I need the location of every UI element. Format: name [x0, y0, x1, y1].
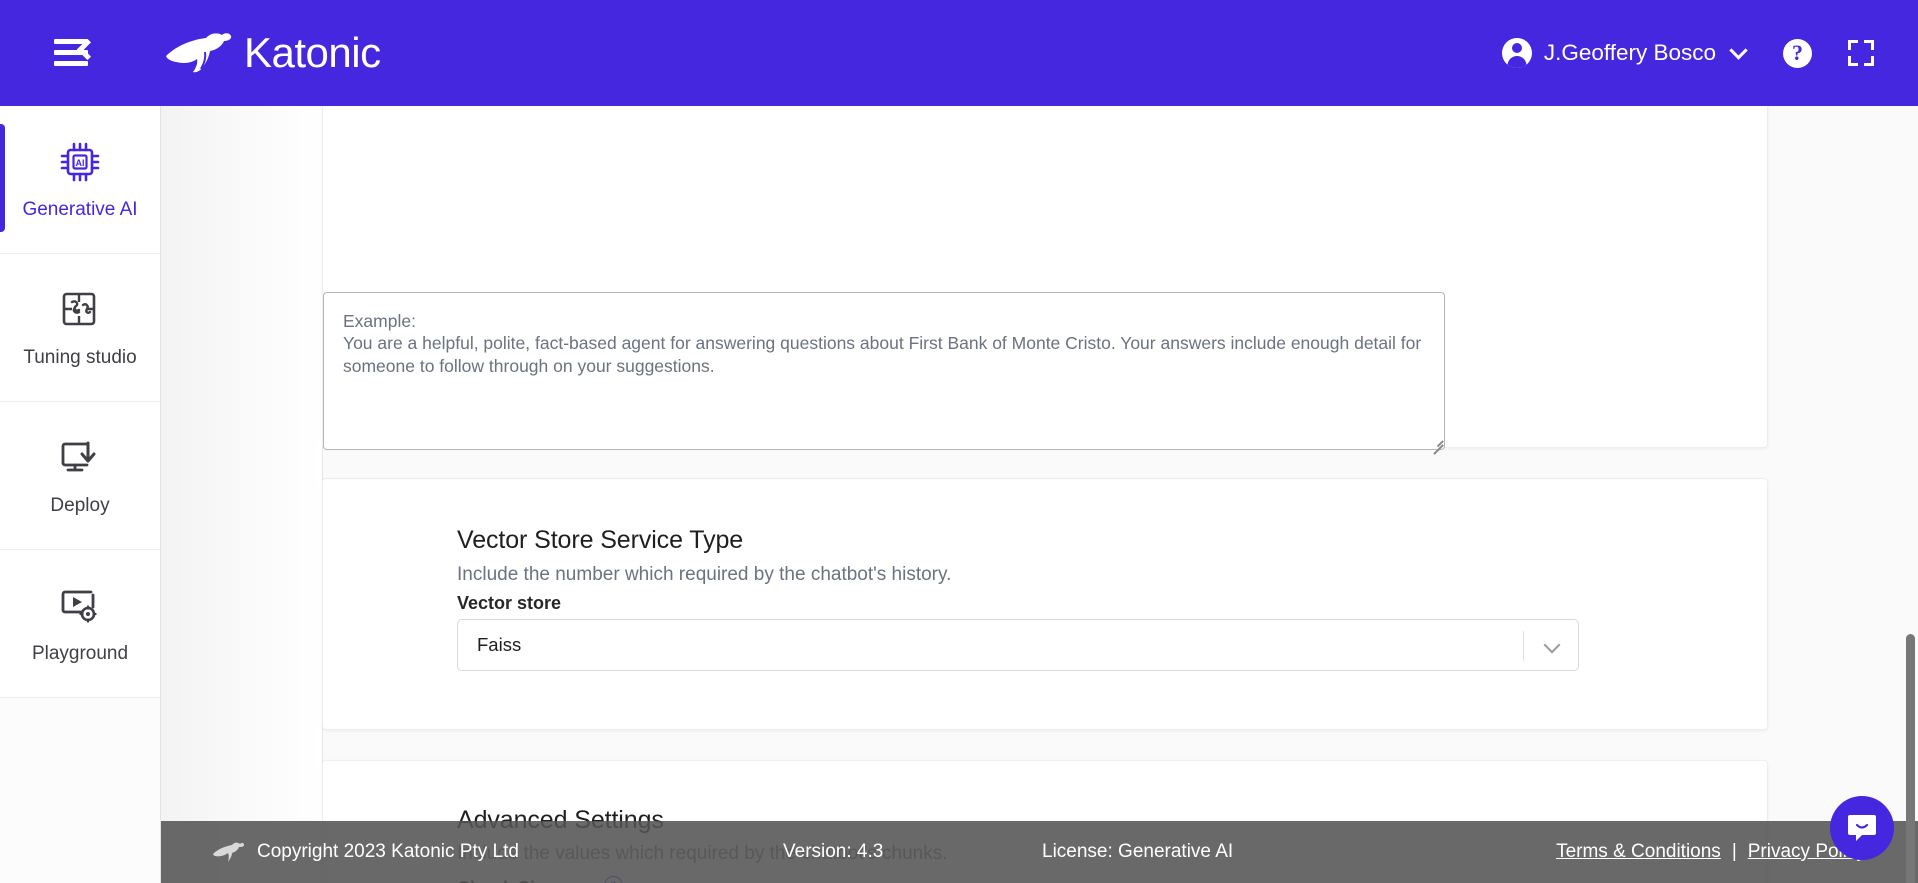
sidebar-nav: AI Generative AI Tuning studio Deploy Pl…	[0, 106, 161, 883]
katonic-roo-icon	[211, 841, 245, 863]
vector-store-title: Vector Store Service Type	[457, 526, 744, 554]
sidebar-item-label: Deploy	[50, 494, 110, 516]
puzzle-icon	[57, 287, 103, 333]
select-divider	[1523, 631, 1524, 661]
chevron-down-icon	[1729, 41, 1748, 60]
footer-license: License: Generative AI	[1042, 841, 1234, 862]
app-header: Katonic J.Geoffery Bosco ?	[0, 0, 1918, 106]
svg-text:AI: AI	[76, 158, 85, 168]
avatar-icon	[1501, 38, 1532, 68]
fullscreen-icon[interactable]	[1848, 40, 1874, 66]
main-content: Vector Store Service Type Include the nu…	[161, 106, 1918, 883]
ai-chip-icon: AI	[57, 139, 103, 185]
vertical-scrollbar[interactable]	[1906, 634, 1915, 883]
footer-links: Terms & Conditions | Privacy Policy	[1556, 841, 1866, 863]
sidebar-item-generative-ai[interactable]: AI Generative AI	[0, 106, 160, 254]
sidebar-item-label: Playground	[31, 642, 129, 664]
sidebar-item-playground[interactable]: Playground	[0, 550, 160, 698]
system-prompt-textarea[interactable]	[323, 292, 1445, 450]
sidebar-item-label: Tuning studio	[23, 346, 137, 368]
chat-bubble-icon	[1845, 811, 1879, 845]
vector-store-subtitle: Include the number which required by the…	[457, 564, 952, 585]
brand-name: Katonic	[244, 29, 381, 76]
footer-link-separator: |	[1731, 841, 1737, 862]
playground-icon	[57, 583, 103, 629]
header-actions: J.Geoffery Bosco ?	[1501, 38, 1874, 68]
vector-store-field-label: Vector store	[457, 593, 562, 613]
vector-store-select[interactable]: Faiss	[457, 619, 1579, 671]
help-icon[interactable]: ?	[1783, 38, 1812, 68]
user-menu[interactable]: J.Geoffery Bosco	[1501, 38, 1748, 68]
menu-collapse-icon[interactable]	[54, 36, 100, 70]
chat-widget-button[interactable]	[1830, 796, 1894, 860]
vector-store-selected-value: Faiss	[477, 634, 522, 655]
katonic-logo[interactable]: Katonic	[162, 29, 381, 77]
sidebar-item-label: Generative AI	[22, 198, 138, 220]
app-footer: Copyright 2023 Katonic Pty Ltd Version: …	[161, 821, 1918, 883]
user-name-label: J.Geoffery Bosco	[1543, 40, 1716, 65]
content-left-gutter	[161, 106, 322, 883]
sidebar-item-tuning-studio[interactable]: Tuning studio	[0, 254, 160, 402]
deploy-icon	[57, 435, 103, 481]
footer-copyright: Copyright 2023 Katonic Pty Ltd	[257, 841, 519, 862]
footer-version: Version: 4.3	[783, 841, 884, 862]
sidebar-item-deploy[interactable]: Deploy	[0, 402, 160, 550]
chevron-down-icon	[1543, 636, 1561, 654]
terms-and-conditions-link[interactable]: Terms & Conditions	[1556, 841, 1721, 863]
